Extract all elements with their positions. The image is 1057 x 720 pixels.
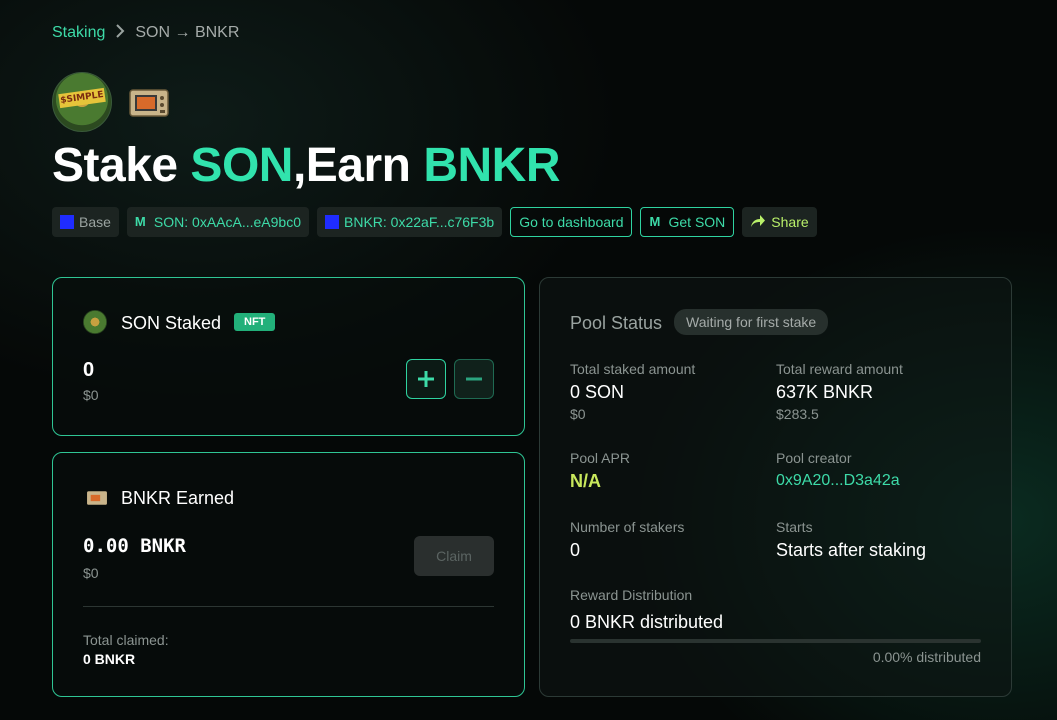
son-address-label: SON: 0xAAcA...eA9bc0 (153, 214, 301, 230)
staked-usd: $0 (83, 387, 99, 403)
title-stake-token: SON (190, 139, 293, 192)
stake-plus-button[interactable] (406, 359, 446, 399)
nft-badge: NFT (234, 313, 276, 331)
breadcrumb-staking-link[interactable]: Staking (52, 24, 105, 42)
earned-usd: $0 (83, 565, 99, 581)
mint-club-icon: M (649, 214, 661, 229)
distribution-progress-bar (570, 639, 981, 643)
bnkr-address-chip[interactable]: BNKR: 0x22aF...c76F3b (317, 207, 503, 237)
share-arrow-icon (750, 214, 766, 231)
earned-divider (83, 606, 494, 607)
info-chips: Base M SON: 0xAAcA...eA9bc0 BNKR: 0x22aF… (52, 207, 817, 237)
total-reward-value: 637K BNKR (776, 382, 874, 402)
bnkr-address-label: BNKR: 0x22aF...c76F3b (344, 214, 495, 230)
staked-card-title: SON Staked (121, 313, 222, 333)
son-token-logo: $SIMPLE (52, 72, 112, 132)
pool-creator-label: Pool creator (776, 450, 852, 466)
total-staked-label: Total staked amount (570, 361, 696, 377)
earned-amount: 0.00 BNKR (83, 535, 186, 557)
total-reward-usd: $283.5 (776, 406, 819, 422)
share-button[interactable]: Share (742, 207, 817, 237)
distribution-label: Reward Distribution (570, 587, 693, 603)
minus-icon (466, 377, 482, 381)
pool-apr-value: N/A (570, 471, 601, 491)
distribution-value: 0 BNKR distributed (570, 612, 724, 632)
network-label: Base (79, 214, 111, 230)
pool-status-badge: Waiting for first stake (674, 309, 829, 335)
total-claimed-label: Total claimed: (83, 632, 169, 648)
son-token-icon (83, 310, 107, 334)
breadcrumb: Staking SON → BNKR (52, 22, 239, 43)
base-network-icon (325, 215, 339, 229)
pool-apr-label: Pool APR (570, 450, 630, 466)
total-staked-value: 0 SON (570, 382, 625, 402)
breadcrumb-current: SON → BNKR (135, 23, 240, 41)
title-prefix: Stake (52, 139, 191, 192)
starts-value: Starts after staking (776, 540, 927, 560)
title-earn-word: Earn (305, 139, 424, 192)
claim-button[interactable]: Claim (414, 536, 494, 576)
page-title: Stake SON,Earn BNKR (52, 138, 560, 193)
get-son-label: Get SON (668, 214, 726, 230)
distribution-percent: 0.00% distributed (872, 649, 981, 665)
go-to-dashboard-button[interactable]: Go to dashboard (510, 207, 633, 237)
total-staked-usd: $0 (570, 406, 586, 422)
pool-creator-link[interactable]: 0x9A20...D3a42a (776, 472, 900, 490)
son-logo-banner: $SIMPLE (58, 87, 106, 109)
title-earn-token: BNKR (423, 139, 560, 192)
staked-card: SON Staked NFT 0 $0 (52, 277, 525, 436)
title-comma: , (292, 139, 306, 192)
get-son-button[interactable]: M Get SON (640, 207, 735, 237)
pool-status-card: Pool Status Waiting for first stake Tota… (539, 277, 1012, 697)
son-address-chip[interactable]: M SON: 0xAAcA...eA9bc0 (126, 207, 309, 237)
earned-card-title: BNKR Earned (121, 488, 235, 508)
unstake-minus-button[interactable] (454, 359, 494, 399)
share-label: Share (771, 214, 809, 230)
bnkr-token-logo (129, 89, 169, 117)
mint-club-icon: M (134, 214, 146, 229)
pool-status-title: Pool Status (570, 313, 663, 333)
staked-amount: 0 (83, 359, 95, 381)
bnkr-token-icon (87, 491, 107, 505)
chevron-right-icon (115, 22, 125, 43)
plus-icon (418, 371, 434, 387)
stakers-label: Number of stakers (570, 519, 685, 535)
total-reward-label: Total reward amount (776, 361, 903, 377)
stakers-value: 0 (570, 540, 581, 560)
earned-card: BNKR Earned 0.00 BNKR $0 Claim Total cla… (52, 452, 525, 697)
base-network-icon (60, 215, 74, 229)
network-chip[interactable]: Base (52, 207, 119, 237)
total-claimed-value: 0 BNKR (83, 651, 136, 667)
starts-label: Starts (776, 519, 813, 535)
